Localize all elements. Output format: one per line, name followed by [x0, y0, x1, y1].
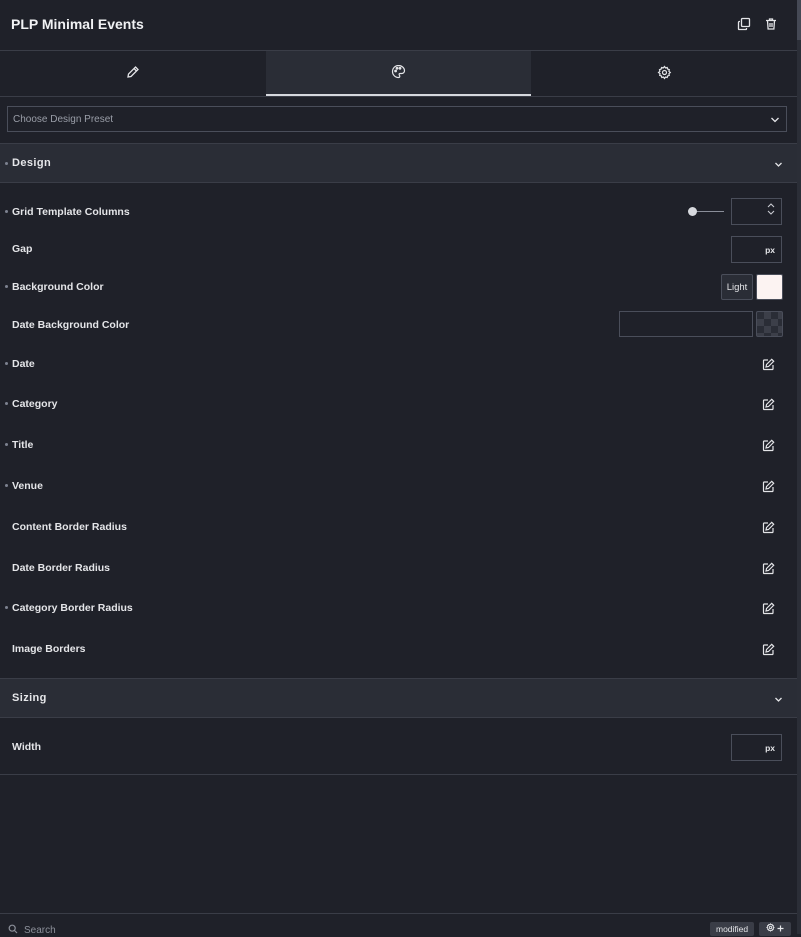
date-background-color-swatch[interactable] [756, 311, 783, 337]
modified-dot [5, 285, 8, 288]
scrollbar[interactable] [797, 0, 801, 934]
panel-header: PLP Minimal Events [0, 0, 797, 51]
palette-icon [391, 64, 406, 82]
row-label: Gap [12, 243, 33, 255]
row-label: Grid Template Columns [12, 206, 130, 218]
plus-icon [777, 923, 784, 935]
edit-icon[interactable] [760, 600, 776, 616]
row-gap: Gap [0, 234, 797, 264]
row-title: Title [0, 430, 797, 460]
row-content-border-radius: Content Border Radius [0, 512, 797, 542]
modified-dot [5, 484, 8, 487]
row-grid-template-columns: Grid Template Columns [0, 197, 797, 227]
row-label: Date Border Radius [12, 562, 111, 574]
row-category-border-radius: Category Border Radius [0, 593, 797, 623]
edit-icon[interactable] [760, 560, 776, 576]
modified-dot [5, 210, 8, 213]
modified-dot [5, 443, 8, 446]
chevron-down-icon [770, 115, 780, 127]
unit-label[interactable]: px [765, 743, 775, 753]
width-input[interactable]: px [731, 734, 782, 761]
style-panel: PLP Minimal Events Choose Design Preset … [0, 0, 797, 937]
row-venue: Venue [0, 471, 797, 501]
search-input[interactable]: Search [24, 925, 56, 936]
edit-icon[interactable] [760, 356, 776, 372]
edit-icon[interactable] [760, 478, 776, 494]
section-title: Design [12, 157, 52, 169]
row-label: Width [12, 741, 42, 753]
modified-dot [5, 606, 8, 609]
date-background-color-input[interactable] [619, 311, 753, 337]
design-preset-select[interactable]: Choose Design Preset [7, 106, 787, 132]
unit-label[interactable]: px [765, 245, 775, 255]
row-background-color: Background Color [0, 272, 797, 302]
section-title: Sizing [12, 692, 47, 704]
trash-icon[interactable] [763, 16, 779, 32]
row-label: Content Border Radius [12, 521, 127, 533]
gear-icon [657, 65, 672, 83]
row-label: Venue [12, 480, 43, 492]
row-date: Date [0, 349, 797, 379]
tab-settings[interactable] [531, 51, 797, 96]
tab-design[interactable] [265, 51, 532, 96]
light-mode-button[interactable]: Light [721, 274, 753, 300]
grid-columns-input[interactable] [731, 198, 782, 225]
edit-icon[interactable] [760, 396, 776, 412]
row-label: Title [12, 439, 34, 451]
panel-tabs [0, 51, 797, 97]
edit-icon[interactable] [760, 641, 776, 657]
row-image-borders: Image Borders [0, 634, 797, 664]
element-title: PLP Minimal Events [11, 16, 144, 32]
modified-dot [5, 362, 8, 365]
divider [0, 774, 797, 775]
slider-handle[interactable] [688, 207, 697, 216]
duplicate-icon[interactable] [736, 16, 752, 32]
row-date-border-radius: Date Border Radius [0, 553, 797, 583]
stepper-icon[interactable] [767, 203, 775, 215]
chevron-down-icon [774, 159, 783, 171]
row-label: Category [12, 398, 58, 410]
search-icon [8, 924, 18, 937]
preset-placeholder: Choose Design Preset [13, 114, 114, 125]
section-design[interactable]: Design [0, 143, 797, 183]
row-category: Category [0, 389, 797, 419]
chevron-down-icon [774, 694, 783, 706]
row-label: Date [12, 358, 35, 370]
gear-icon [766, 923, 775, 935]
edit-icon[interactable] [760, 519, 776, 535]
search-bar[interactable]: Search [8, 924, 56, 937]
scrollbar-thumb[interactable] [797, 0, 801, 40]
edit-icon[interactable] [760, 437, 776, 453]
row-label: Category Border Radius [12, 602, 133, 614]
section-sizing[interactable]: Sizing [0, 678, 797, 718]
modified-dot [5, 162, 8, 165]
background-color-swatch[interactable] [756, 274, 783, 300]
pencil-icon [126, 65, 140, 82]
modified-dot [5, 402, 8, 405]
tab-content[interactable] [0, 51, 266, 96]
row-label: Image Borders [12, 643, 86, 655]
row-label: Date Background Color [12, 319, 130, 331]
panel-footer: Search modified [0, 913, 797, 937]
gap-input[interactable]: px [731, 236, 782, 263]
row-width: Width [0, 732, 797, 762]
row-label: Background Color [12, 281, 104, 293]
